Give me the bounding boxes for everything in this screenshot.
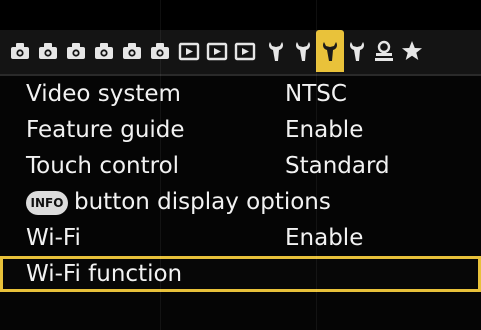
menu-tab-setup-wrench-icon[interactable] (345, 36, 369, 66)
shooting-camera-icon (37, 40, 59, 62)
shooting-camera-icon (93, 40, 115, 62)
photo-artifact-line (316, 0, 317, 330)
custom-functions-icon (372, 40, 396, 62)
camera-menu-screen: Video system NTSC Feature guide Enable T… (0, 0, 481, 330)
setup-wrench-icon (319, 39, 341, 63)
menu-tab-my-menu-star-icon[interactable] (400, 36, 424, 66)
menu-item-feature-guide[interactable]: Feature guide Enable (0, 112, 481, 148)
menu-tab-setup-wrench-icon[interactable] (316, 30, 344, 72)
menu-item-value: Enable (285, 225, 364, 251)
menu-tab-custom-functions-icon[interactable] (372, 36, 396, 66)
menu-item-label: Touch control (26, 153, 180, 179)
playback-icon (234, 40, 256, 62)
menu-item-label: Video system (26, 81, 181, 107)
shooting-camera-icon (121, 40, 143, 62)
playback-icon (178, 40, 200, 62)
menu-item-wifi-function[interactable]: Wi-Fi function (0, 256, 481, 292)
setup-wrench-icon (292, 39, 314, 63)
menu-item-label-text: button display options (74, 189, 331, 215)
menu-item-value: Standard (285, 153, 390, 179)
menu-item-touch-control[interactable]: Touch control Standard (0, 148, 481, 184)
playback-icon (206, 40, 228, 62)
photo-artifact-line (160, 0, 161, 330)
shooting-camera-icon (9, 40, 31, 62)
menu-tab-playback-icon[interactable] (233, 36, 257, 66)
menu-item-value: Enable (285, 117, 364, 143)
setup-wrench-icon (346, 39, 368, 63)
menu-tab-shooting-camera-icon[interactable] (64, 36, 88, 66)
menu-tab-bar (0, 30, 481, 76)
menu-tab-playback-icon[interactable] (177, 36, 201, 66)
setup-wrench-icon (265, 39, 287, 63)
menu-tab-shooting-camera-icon[interactable] (92, 36, 116, 66)
menu-item-label: Wi-Fi (26, 225, 81, 251)
menu-tab-shooting-camera-icon[interactable] (120, 36, 144, 66)
menu-tab-shooting-camera-icon[interactable] (8, 36, 32, 66)
menu-item-info-button-display-options[interactable]: INFO button display options (0, 184, 481, 220)
menu-item-label: Wi-Fi function (26, 261, 183, 287)
menu-item-wifi[interactable]: Wi-Fi Enable (0, 220, 481, 256)
my-menu-star-icon (401, 40, 423, 62)
screen-top-edge (0, 0, 481, 30)
menu-tab-setup-wrench-icon[interactable] (264, 36, 288, 66)
shooting-camera-icon (65, 40, 87, 62)
menu-item-video-system[interactable]: Video system NTSC (0, 76, 481, 112)
menu-item-label: INFO button display options (26, 184, 331, 220)
info-button-icon: INFO (26, 191, 68, 215)
menu-tab-shooting-camera-icon[interactable] (36, 36, 60, 66)
menu-tab-playback-icon[interactable] (205, 36, 229, 66)
menu-tab-setup-wrench-icon[interactable] (291, 36, 315, 66)
